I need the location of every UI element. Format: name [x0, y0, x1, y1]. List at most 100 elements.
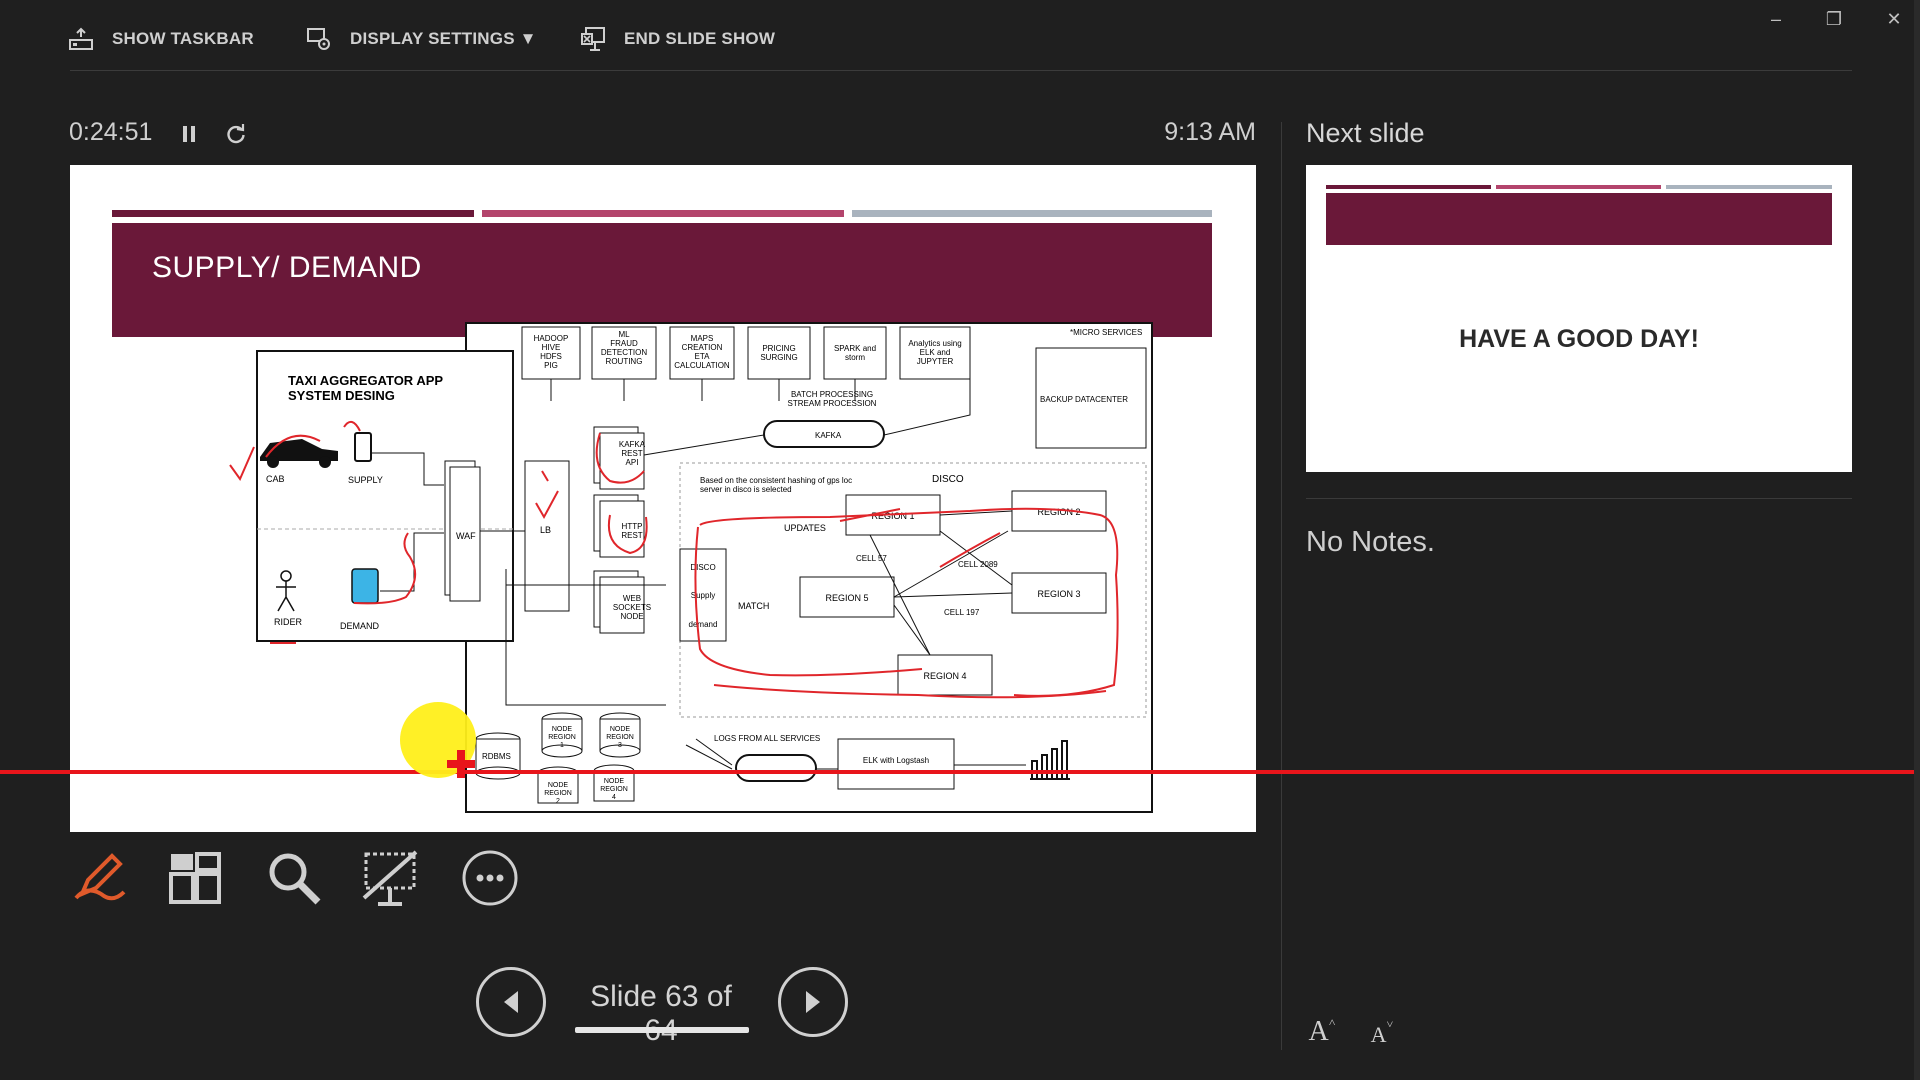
next-slide-label: Next slide — [1306, 118, 1425, 148]
http-rest-1: HTTP — [622, 522, 643, 531]
minimize-icon: – — [1770, 8, 1781, 29]
show-taskbar-button[interactable]: SHOW TASKBAR — [68, 22, 254, 56]
logs-label: LOGS FROM ALL SERVICES — [714, 734, 820, 743]
svc-hadoop-4: PIG — [544, 361, 558, 370]
display-settings-button[interactable]: DISPLAY SETTINGS ▼ — [306, 22, 537, 56]
batch-label-1: BATCH PROCESSING — [791, 390, 873, 399]
svc-maps-1: MAPS — [691, 334, 714, 343]
svc-ml-3: DETECTION — [601, 348, 647, 357]
svc-hadoop-1: HADOOP — [534, 334, 569, 343]
black-screen-icon — [362, 850, 418, 906]
web-sockets-3: NODE — [620, 612, 643, 621]
disco-box-1: DISCO — [690, 563, 715, 572]
toolbar-divider — [70, 70, 1852, 71]
region3-label: REGION 3 — [1037, 589, 1080, 599]
black-screen-button[interactable] — [358, 846, 422, 910]
increase-font-button[interactable]: A ˄ — [1304, 1012, 1340, 1048]
cell57-label: CELL 57 — [856, 554, 887, 563]
next-slide-thumbnail[interactable]: HAVE A GOOD DAY! — [1306, 165, 1852, 472]
svc-hadoop-3: HDFS — [540, 352, 562, 361]
speaker-notes: No Notes. — [1306, 526, 1435, 558]
app-subtitle: SYSTEM DESING — [288, 388, 395, 403]
restore-icon: ❐ — [1825, 8, 1843, 29]
node3-c: 3 — [618, 742, 622, 749]
node2-b: REGION — [544, 790, 572, 797]
slide-counter[interactable]: Slide 63 of 64 — [575, 980, 747, 1048]
svc-maps-4: CALCULATION — [674, 361, 730, 370]
kafka-rest-2: REST — [621, 449, 642, 458]
next-accent-bar-3 — [1666, 185, 1832, 189]
demand-label: DEMAND — [340, 621, 380, 631]
disco-note-2: server in disco is selected — [700, 485, 792, 494]
svc-analytics-3: JUPYTER — [917, 357, 954, 366]
restart-icon — [227, 124, 245, 144]
next-title-band — [1326, 193, 1832, 245]
cell2089-label: CELL 2089 — [958, 560, 998, 569]
phone-icon — [354, 432, 372, 462]
close-button[interactable]: ✕ — [1874, 6, 1914, 32]
batch-label-2: STREAM PROCESSION — [788, 399, 877, 408]
close-icon: ✕ — [1886, 8, 1902, 29]
elapsed-timer: 0:24:51 — [69, 118, 153, 146]
restore-button[interactable]: ❐ — [1814, 6, 1854, 32]
http-rest-2: REST — [621, 531, 642, 540]
node4-b: REGION — [600, 786, 628, 793]
node2-c: 2 — [556, 798, 560, 805]
node4-c: 4 — [612, 794, 616, 801]
backup-dc-label: BACKUP DATACENTER — [1040, 395, 1128, 404]
pen-tool-button[interactable] — [66, 846, 130, 910]
elk-label: ELK with Logstash — [863, 756, 929, 765]
supply-label: SUPPLY — [348, 475, 383, 485]
svc-spark-2: storm — [845, 353, 865, 362]
cell197-label: CELL 197 — [944, 608, 980, 617]
zoom-button[interactable] — [262, 846, 326, 910]
web-sockets-1: WEB — [623, 594, 641, 603]
next-accent-bar-2 — [1496, 185, 1661, 189]
svc-pricing-1: PRICING — [762, 344, 795, 353]
restart-timer-button[interactable] — [222, 120, 250, 148]
region4-label: REGION 4 — [923, 671, 966, 681]
taskbar-icon — [69, 27, 93, 50]
lb-label: LB — [540, 525, 551, 535]
laser-pen-line — [0, 770, 1920, 774]
disco-title: DISCO — [932, 474, 964, 485]
svc-maps-3: ETA — [695, 352, 711, 361]
pause-icon — [183, 126, 195, 142]
kafka-rest-1: KAFKA — [619, 440, 646, 449]
decrease-font-icon: A — [1370, 1022, 1387, 1047]
svc-hadoop-2: HIVE — [542, 343, 561, 352]
previous-icon — [504, 991, 518, 1013]
next-slide-button[interactable] — [778, 967, 848, 1037]
disco-box-3: demand — [689, 620, 718, 629]
previous-slide-button[interactable] — [476, 967, 546, 1037]
updates-label: UPDATES — [784, 523, 826, 533]
architecture-diagram: TAXI AGGREGATOR APP SYSTEM DESING CAB SU… — [229, 322, 1153, 813]
svc-ml-4: ROUTING — [606, 357, 643, 366]
svc-ml-2: FRAUD — [610, 339, 638, 348]
svc-analytics-2: ELK and — [920, 348, 951, 357]
slide-counter-underline — [575, 1027, 749, 1033]
current-slide[interactable]: SUPPLY/ DEMAND TAXI AGGREGATOR APP SYSTE… — [70, 165, 1256, 832]
node4-a: NODE — [604, 778, 625, 785]
decrease-font-button[interactable]: A ˅ — [1364, 1012, 1400, 1048]
end-slide-show-button[interactable]: END SLIDE SHOW — [580, 22, 775, 56]
node3-b: REGION — [606, 734, 634, 741]
display-settings-icon — [307, 28, 330, 50]
minimize-button[interactable]: – — [1756, 6, 1796, 32]
pause-timer-button[interactable] — [175, 120, 203, 148]
end-show-icon — [581, 27, 605, 51]
svc-pricing-2: SURGING — [760, 353, 797, 362]
current-time: 9:13 AM — [1164, 118, 1256, 146]
logs-kafka-pipe — [735, 754, 817, 782]
more-options-button[interactable] — [458, 846, 522, 910]
end-slide-show-label: END SLIDE SHOW — [624, 29, 776, 48]
disco-box-2: Supply — [691, 591, 715, 600]
rider-label: RIDER — [274, 617, 303, 627]
window-edge — [1914, 0, 1920, 1080]
rdbms-label: RDBMS — [482, 752, 511, 761]
notes-divider — [1306, 498, 1852, 499]
increase-font-icon: A — [1308, 1016, 1329, 1047]
app-title: TAXI AGGREGATOR APP — [288, 373, 443, 388]
see-all-slides-button[interactable] — [163, 846, 227, 910]
waf-label: WAF — [456, 531, 476, 541]
